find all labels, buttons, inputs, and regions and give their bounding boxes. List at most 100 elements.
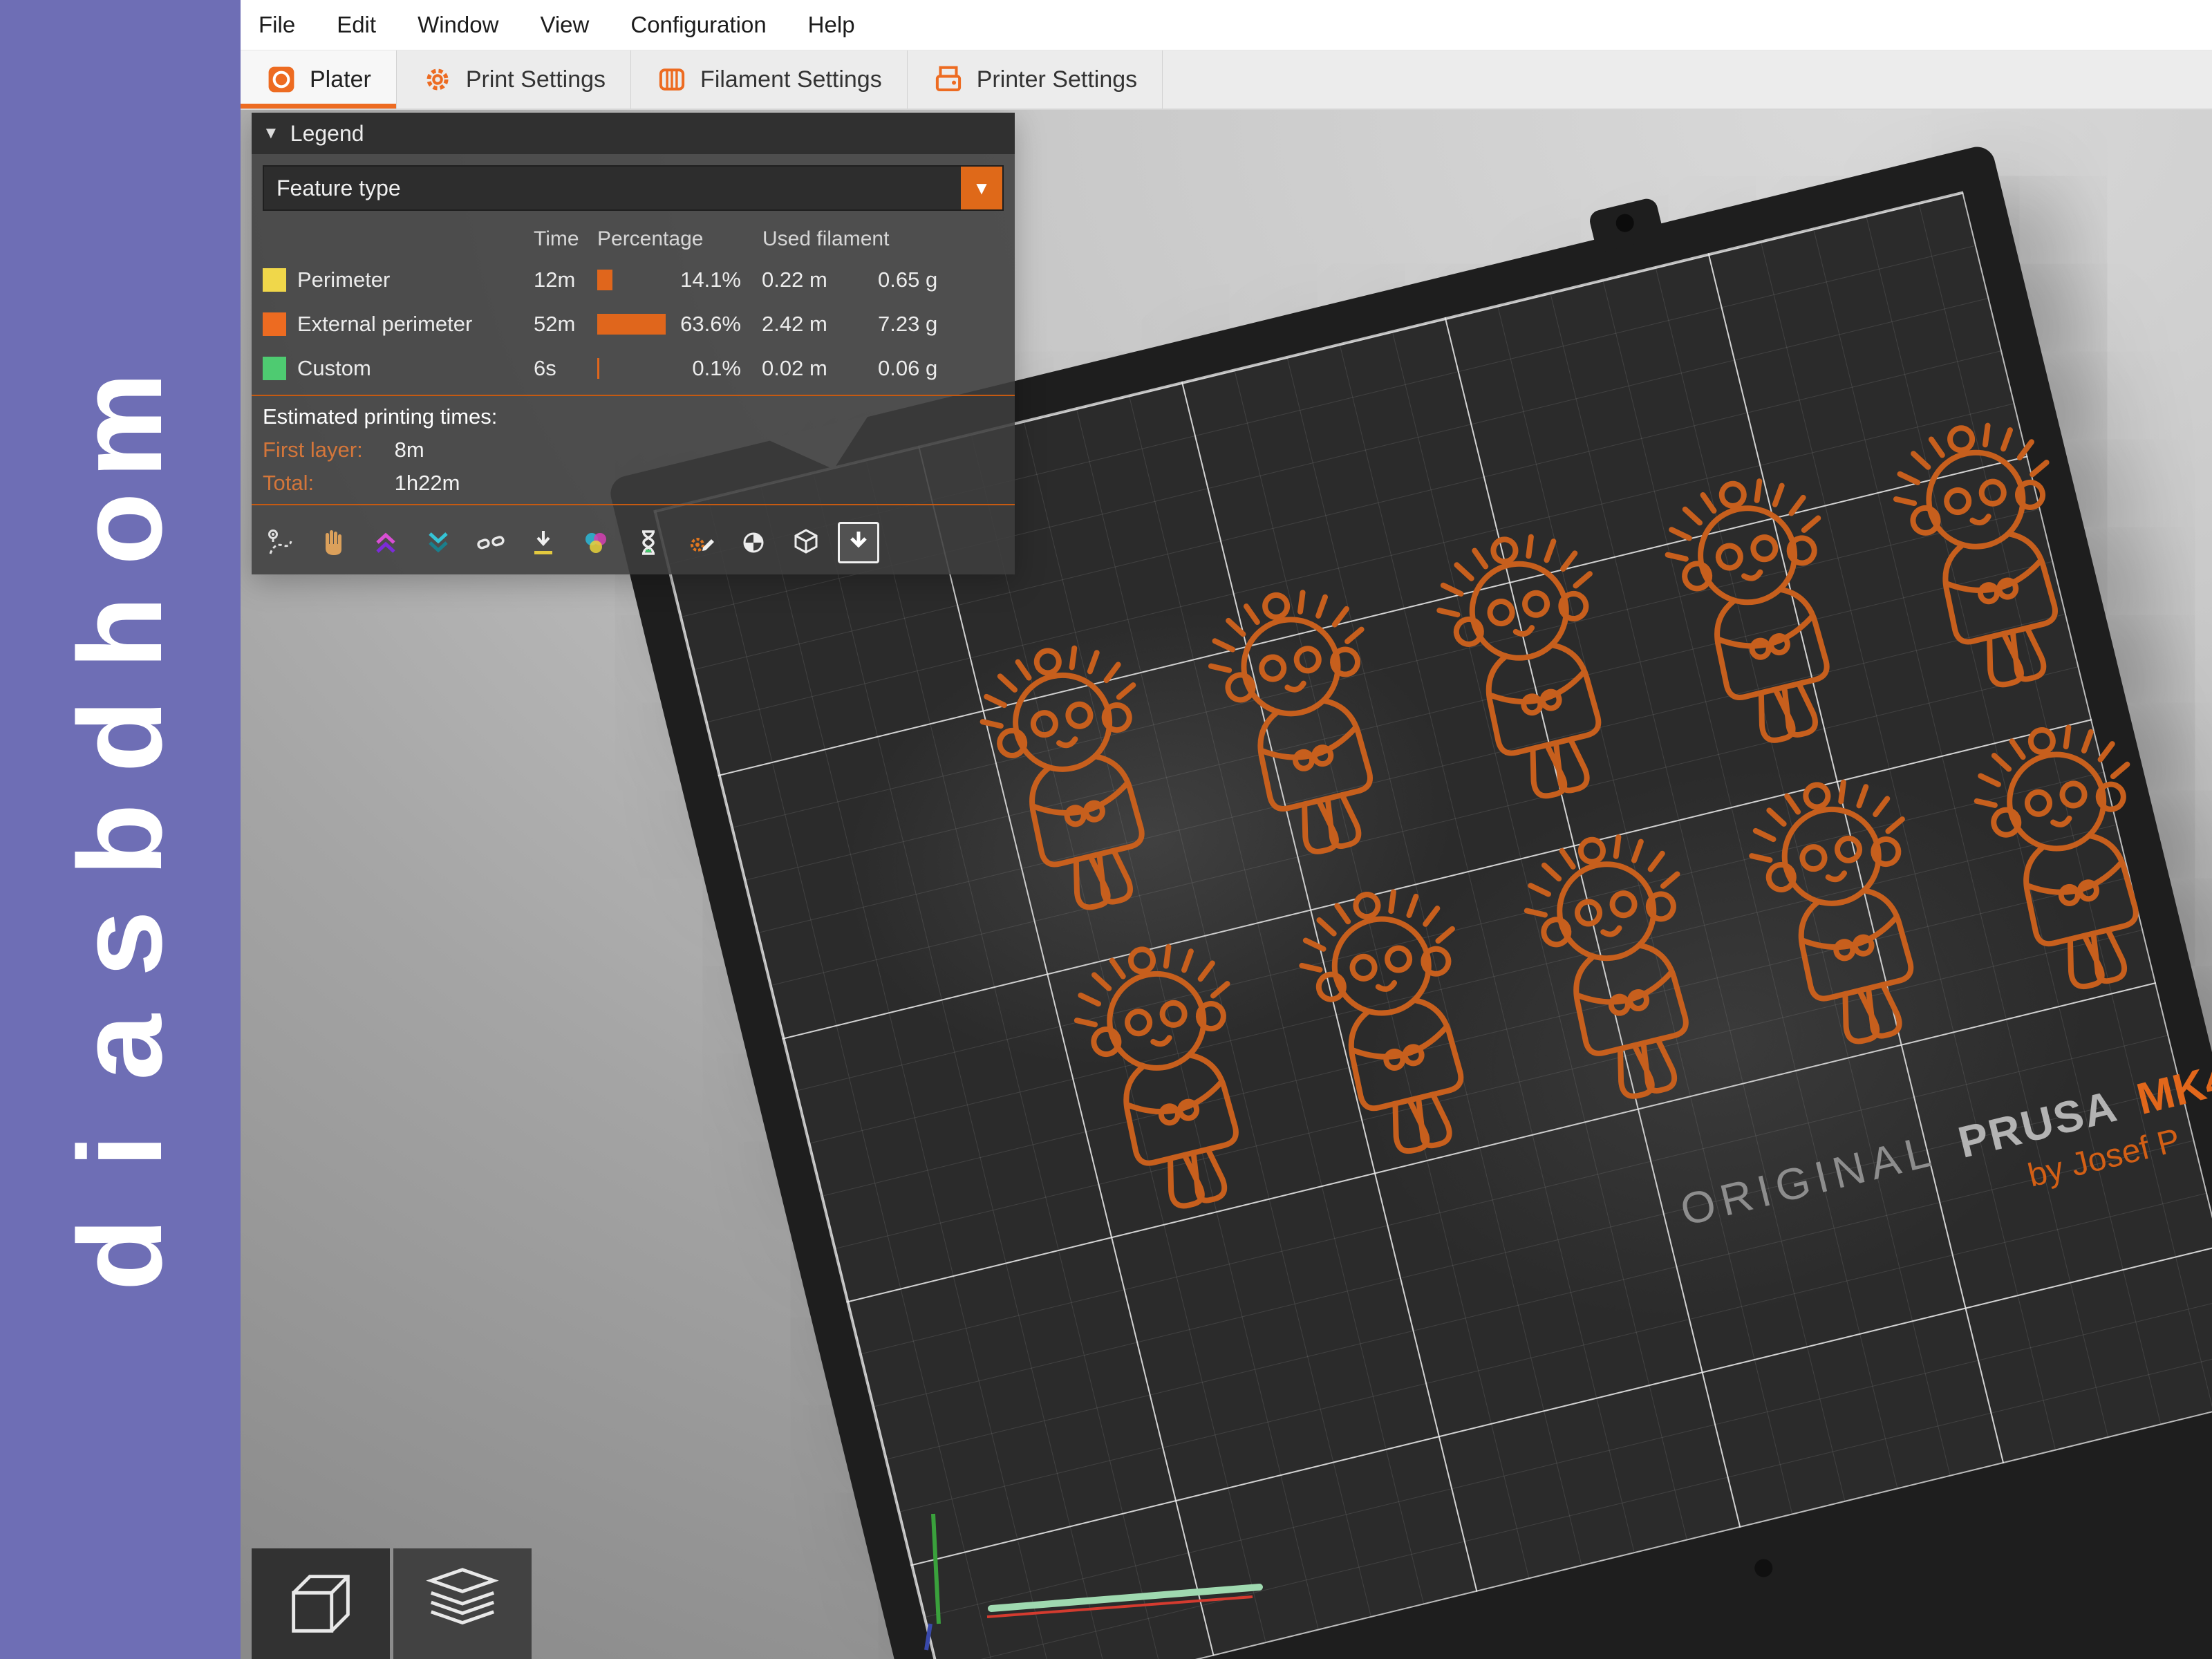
- tab-label: Printer Settings: [976, 66, 1138, 93]
- feature-time: 12m: [534, 268, 576, 292]
- menu-item-window[interactable]: Window: [418, 12, 498, 38]
- printed-model: [1949, 702, 2195, 1027]
- legend-row-external-perimeter: External perimeter 52m 63.6% 2.42 m 7.23…: [252, 302, 1015, 346]
- feature-color-swatch: [263, 312, 286, 336]
- menu-item-edit[interactable]: Edit: [337, 12, 376, 38]
- divider: [252, 504, 1015, 505]
- legend-column-headers: Time Percentage Used filament: [252, 222, 1015, 258]
- printed-model: [1868, 400, 2115, 726]
- tab-printer-settings[interactable]: Printer Settings: [908, 50, 1163, 109]
- feature-label: Perimeter: [297, 268, 391, 292]
- app-area: File Edit Window View Configuration Help…: [241, 0, 2212, 1659]
- side-banner: mohdbsaid: [0, 0, 241, 1659]
- legend-toolbar: [252, 511, 1015, 574]
- column-time: Time: [534, 227, 579, 250]
- feature-time: 52m: [534, 312, 576, 336]
- feature-color-swatch: [263, 268, 286, 292]
- first-layer-value: 8m: [394, 438, 424, 462]
- view-type-value: Feature type: [276, 175, 401, 200]
- printed-model: [1640, 456, 1886, 781]
- legend-title: Legend: [290, 120, 364, 146]
- percentage-bar-track: [597, 270, 680, 290]
- tab-plater[interactable]: Plater: [241, 50, 397, 109]
- dropdown-arrow-button[interactable]: ▼: [961, 167, 1002, 209]
- insert-pause-arrow-icon[interactable]: [523, 522, 564, 563]
- legend-row-perimeter: Perimeter 12m 14.1% 0.22 m 0.65 g: [252, 258, 1015, 302]
- plater-icon: [268, 66, 294, 93]
- tab-label: Plater: [310, 66, 371, 93]
- deretractions-icon[interactable]: [418, 522, 459, 563]
- legend-row-custom: Custom 6s 0.1% 0.02 m 0.06 g: [252, 346, 1015, 391]
- printed-model: [1183, 567, 1430, 892]
- menu-item-help[interactable]: Help: [808, 12, 855, 38]
- cube-icon: [292, 1575, 350, 1633]
- first-layer-label: First layer:: [263, 438, 363, 462]
- view-mode-toggle: [252, 1548, 532, 1659]
- tab-print-settings[interactable]: Print Settings: [397, 50, 632, 109]
- menu-item-configuration[interactable]: Configuration: [630, 12, 766, 38]
- feature-color-swatch: [263, 357, 286, 380]
- chain-link-icon[interactable]: [470, 522, 512, 563]
- menu-item-view[interactable]: View: [540, 12, 589, 38]
- layers-view-button[interactable]: [393, 1548, 532, 1659]
- filament-spool-icon: [659, 68, 685, 91]
- bed-screw-hole: [1752, 1557, 1774, 1580]
- percentage-bar: [597, 270, 612, 290]
- feature-used-meters: 0.02 m: [762, 356, 827, 380]
- total-label: Total:: [263, 471, 315, 495]
- feature-used-grams: 0.65 g: [878, 268, 938, 292]
- feature-percentage: 0.1%: [692, 356, 741, 380]
- total-time-row: Total: 1h22m: [252, 467, 1015, 500]
- layers-icon: [426, 1568, 499, 1625]
- wipe-hand-icon[interactable]: [312, 522, 354, 563]
- feature-label: External perimeter: [297, 312, 473, 336]
- prusaslicer-window: mohdbsaid File Edit Window View Configur…: [0, 0, 2212, 1659]
- column-percentage: Percentage: [597, 227, 704, 250]
- bed-origin-axes: [924, 1513, 1263, 1651]
- percentage-bar-track: [597, 314, 680, 335]
- shells-cube-icon[interactable]: [785, 522, 827, 563]
- printed-model: [1499, 812, 1745, 1137]
- watermark-letter: d: [54, 1218, 187, 1291]
- center-of-gravity-icon[interactable]: [733, 522, 774, 563]
- bed-mount-tab: [1587, 196, 1665, 254]
- arrow-down-active-icon[interactable]: [838, 522, 879, 563]
- feature-used-grams: 0.06 g: [878, 356, 938, 380]
- feature-used-meters: 2.42 m: [762, 312, 827, 336]
- tab-bar: Plater Print Settings Filament Settings: [241, 50, 2212, 110]
- legend-panel: ▼ Legend Feature type ▼ Time Percentage …: [252, 113, 1015, 574]
- menu-item-file[interactable]: File: [259, 12, 295, 38]
- gear-pencil-icon[interactable]: [680, 522, 722, 563]
- printed-model: [1724, 757, 1971, 1082]
- feature-used-meters: 0.22 m: [762, 268, 827, 292]
- column-used-filament: Used filament: [762, 227, 890, 250]
- percentage-bar: [597, 358, 599, 379]
- 3d-view-button[interactable]: [252, 1548, 390, 1659]
- percentage-bar: [597, 314, 666, 335]
- collapse-triangle-icon: ▼: [263, 124, 279, 142]
- color-changes-icon[interactable]: [575, 522, 617, 563]
- feature-percentage: 14.1%: [680, 268, 741, 292]
- estimated-times-title: Estimated printing times:: [263, 404, 498, 429]
- tab-label: Print Settings: [465, 66, 606, 93]
- watermark-text: mohdbsaid: [0, 373, 241, 1306]
- percentage-bar-track: [597, 358, 680, 379]
- total-value: 1h22m: [394, 471, 460, 495]
- first-layer-row: First layer: 8m: [252, 433, 1015, 467]
- view-type-dropdown[interactable]: Feature type ▼: [263, 165, 1004, 211]
- feature-used-grams: 7.23 g: [878, 312, 938, 336]
- gear-icon: [427, 68, 449, 91]
- tab-filament-settings[interactable]: Filament Settings: [631, 50, 908, 109]
- legend-header[interactable]: ▼ Legend: [252, 113, 1015, 154]
- feature-label: Custom: [297, 356, 371, 380]
- viewport-3d[interactable]: ORIGINAL PRUSA MK4 by Josef P ▼ Legend F…: [241, 110, 2212, 1659]
- travel-paths-icon[interactable]: [260, 522, 301, 563]
- retractions-icon[interactable]: [365, 522, 406, 563]
- feature-time: 6s: [534, 356, 556, 380]
- y-axis-line: [931, 1513, 941, 1624]
- printed-model: [1412, 512, 1658, 837]
- menu-bar: File Edit Window View Configuration Help: [241, 0, 2212, 50]
- feature-percentage: 63.6%: [680, 312, 741, 336]
- hourglass-icon[interactable]: [628, 522, 669, 563]
- printed-model: [1274, 866, 1521, 1192]
